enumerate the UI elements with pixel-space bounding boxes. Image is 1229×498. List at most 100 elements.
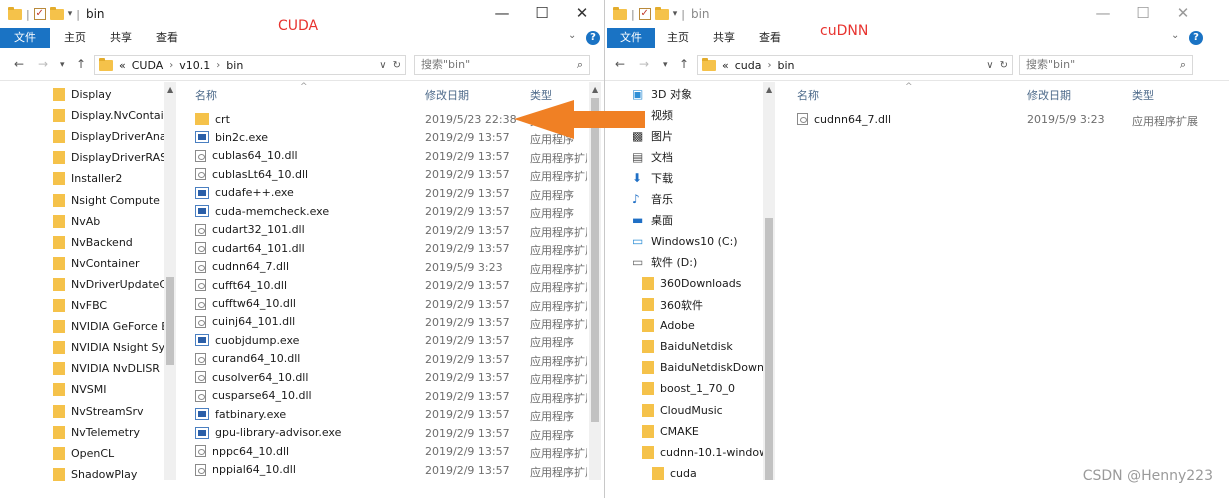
- minimize-button[interactable]: —: [1093, 4, 1113, 22]
- nav-item[interactable]: ▦ 视频: [632, 104, 673, 125]
- search-input[interactable]: 搜索"bin" ⌕: [1019, 55, 1193, 75]
- file-row[interactable]: cufftw64_10.dll: [195, 295, 296, 313]
- close-button[interactable]: ✕: [572, 4, 592, 22]
- expand-ribbon-icon[interactable]: ⌄: [1171, 30, 1179, 41]
- customize-dropdown-icon[interactable]: ▾: [68, 9, 73, 19]
- properties-icon[interactable]: ✓: [33, 8, 46, 20]
- chevron-down-icon[interactable]: ∨: [986, 60, 993, 71]
- back-icon[interactable]: ←: [615, 57, 625, 71]
- nav-item[interactable]: NvStreamSrv: [53, 401, 144, 422]
- nav-item[interactable]: BaiduNetdisk: [642, 336, 733, 357]
- forward-icon[interactable]: →: [639, 57, 649, 71]
- file-row[interactable]: bin2c.exe: [195, 128, 268, 146]
- nav-item[interactable]: DisplayDriverRAS: [53, 147, 167, 168]
- breadcrumb-v10-1[interactable]: v10.1: [179, 59, 210, 72]
- tab-home[interactable]: 主页: [64, 28, 86, 48]
- help-icon[interactable]: ?: [1189, 31, 1203, 45]
- tab-file[interactable]: 文件: [0, 28, 50, 48]
- nav-item[interactable]: NVSMI: [53, 379, 106, 400]
- nav-item[interactable]: DisplayDriverAnaly: [53, 126, 176, 147]
- address-path[interactable]: « CUDA › v10.1 › bin ∨ ↻: [94, 55, 406, 75]
- file-row[interactable]: nppial64_10.dll: [195, 461, 296, 479]
- nav-item[interactable]: ▬ 桌面: [632, 210, 673, 231]
- file-row[interactable]: crt: [195, 110, 230, 128]
- column-type[interactable]: 类型: [1132, 87, 1154, 103]
- scroll-up-icon[interactable]: ▲: [167, 85, 173, 94]
- nav-item[interactable]: CloudMusic: [642, 400, 723, 421]
- tab-file[interactable]: 文件: [607, 28, 655, 48]
- file-scrollbar[interactable]: ▲: [589, 82, 601, 480]
- new-folder-icon[interactable]: [654, 6, 669, 20]
- path-overflow[interactable]: «: [722, 59, 729, 72]
- help-icon[interactable]: ?: [586, 31, 600, 45]
- maximize-button[interactable]: ☐: [1133, 4, 1153, 22]
- nav-item[interactable]: Adobe: [642, 315, 695, 336]
- file-row[interactable]: cusparse64_10.dll: [195, 387, 312, 405]
- recent-locations-icon[interactable]: ▾: [663, 60, 668, 70]
- nav-item[interactable]: cudnn-10.1-windows: [642, 442, 774, 463]
- nav-item[interactable]: ⬇ 下载: [632, 167, 673, 188]
- scrollbar-thumb[interactable]: [591, 98, 599, 422]
- customize-dropdown-icon[interactable]: ▾: [673, 9, 678, 19]
- expand-ribbon-icon[interactable]: ⌄: [568, 30, 576, 41]
- maximize-button[interactable]: ☐: [532, 4, 552, 22]
- up-icon[interactable]: ↑: [76, 57, 86, 71]
- minimize-button[interactable]: —: [492, 4, 512, 22]
- file-row[interactable]: cuinj64_101.dll: [195, 313, 295, 331]
- properties-icon[interactable]: ✓: [638, 8, 651, 20]
- nav-item[interactable]: ▩ 图片: [632, 125, 673, 146]
- nav-item[interactable]: ▤ 文档: [632, 146, 673, 167]
- nav-scrollbar[interactable]: ▲: [763, 82, 775, 480]
- breadcrumb-cuda[interactable]: cuda: [735, 59, 762, 72]
- scrollbar-thumb[interactable]: [765, 218, 773, 480]
- file-row[interactable]: cudnn64_7.dll: [195, 258, 289, 276]
- nav-item[interactable]: NVIDIA Nsight Sys: [53, 337, 171, 358]
- folder-icon[interactable]: [8, 6, 22, 20]
- file-row[interactable]: cublasLt64_10.dll: [195, 165, 308, 183]
- search-input[interactable]: 搜索"bin" ⌕: [414, 55, 590, 75]
- nav-item[interactable]: Display.NvContain: [53, 105, 171, 126]
- close-button[interactable]: ✕: [1173, 4, 1193, 22]
- column-type[interactable]: 类型: [530, 87, 552, 103]
- nav-item[interactable]: 360Downloads: [642, 273, 741, 294]
- nav-item[interactable]: NvContainer: [53, 253, 140, 274]
- search-icon[interactable]: ⌕: [1180, 56, 1186, 74]
- nav-item[interactable]: ♪ 音乐: [632, 189, 673, 210]
- file-row[interactable]: cuda-memcheck.exe: [195, 202, 329, 220]
- search-icon[interactable]: ⌕: [577, 56, 583, 74]
- refresh-icon[interactable]: ↻: [393, 60, 401, 71]
- path-overflow[interactable]: «: [119, 59, 126, 72]
- scroll-up-icon[interactable]: ▲: [766, 85, 772, 94]
- tab-share[interactable]: 共享: [110, 28, 132, 48]
- column-date[interactable]: 修改日期: [425, 87, 469, 103]
- tab-home[interactable]: 主页: [667, 28, 689, 48]
- file-row[interactable]: fatbinary.exe: [195, 405, 286, 423]
- scrollbar-thumb[interactable]: [166, 277, 174, 365]
- nav-item[interactable]: OpenCL: [53, 443, 114, 464]
- scroll-up-icon[interactable]: ▲: [592, 85, 598, 94]
- address-path[interactable]: « cuda › bin ∨ ↻: [697, 55, 1013, 75]
- file-row[interactable]: cudafe++.exe: [195, 184, 294, 202]
- file-row[interactable]: cudart64_101.dll: [195, 239, 305, 257]
- tab-share[interactable]: 共享: [713, 28, 735, 48]
- nav-item[interactable]: ShadowPlay: [53, 464, 137, 485]
- file-row[interactable]: cufft64_10.dll: [195, 276, 287, 294]
- folder-icon[interactable]: [613, 6, 627, 20]
- back-icon[interactable]: ←: [14, 57, 24, 71]
- tab-view[interactable]: 查看: [759, 28, 781, 48]
- nav-item[interactable]: NvBackend: [53, 232, 133, 253]
- nav-item[interactable]: CMAKE: [642, 421, 699, 442]
- new-folder-icon[interactable]: [49, 6, 64, 20]
- nav-item[interactable]: BaiduNetdiskDownlc: [642, 357, 773, 378]
- breadcrumb-cuda[interactable]: CUDA: [132, 59, 164, 72]
- up-icon[interactable]: ↑: [679, 57, 689, 71]
- column-date[interactable]: 修改日期: [1027, 87, 1071, 103]
- nav-item[interactable]: Display: [53, 84, 112, 105]
- nav-scrollbar[interactable]: ▲: [164, 82, 176, 480]
- nav-item[interactable]: boost_1_70_0: [642, 378, 735, 399]
- refresh-icon[interactable]: ↻: [1000, 60, 1008, 71]
- recent-locations-icon[interactable]: ▾: [60, 60, 65, 70]
- nav-item[interactable]: NvDriverUpdateCl: [53, 274, 170, 295]
- file-row[interactable]: gpu-library-advisor.exe: [195, 424, 341, 442]
- file-row[interactable]: cuobjdump.exe: [195, 331, 299, 349]
